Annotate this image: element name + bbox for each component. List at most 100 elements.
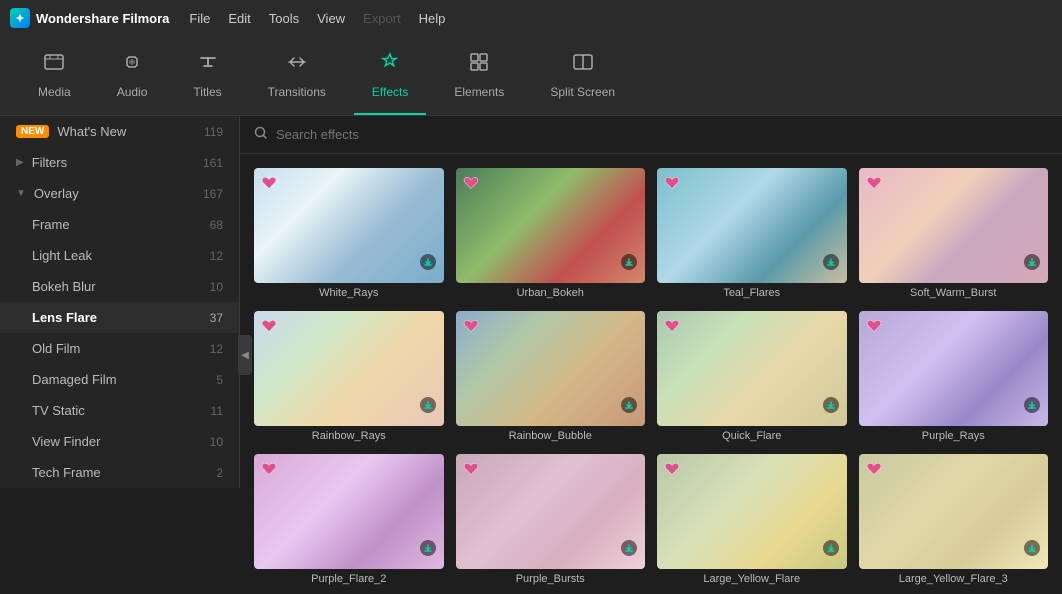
- effect-thumb-purple-rays: [859, 311, 1049, 426]
- audio-icon: [121, 51, 143, 79]
- sidebar-count-damaged-film: 5: [216, 373, 223, 387]
- sidebar-collapse-button[interactable]: ◀: [238, 335, 252, 375]
- sidebar-item-view-finder[interactable]: View Finder 10: [0, 426, 239, 457]
- download-icon-rainbow-rays[interactable]: [420, 397, 436, 418]
- sidebar-item-tech-frame[interactable]: Tech Frame 2: [0, 457, 239, 488]
- overlay-expand-icon: ▼: [16, 188, 26, 199]
- effect-card-large-yellow-flare-3[interactable]: Large_Yellow_Flare_3: [859, 454, 1049, 585]
- menu-export: Export: [363, 11, 401, 26]
- effect-thumb-large-yellow-flare-3: [859, 454, 1049, 569]
- tab-transitions-label: Transitions: [268, 85, 326, 99]
- effect-thumb-purple-flare-2: [254, 454, 444, 569]
- favorite-icon-purple-flare-2: [260, 460, 278, 478]
- favorite-icon-rainbow-bubble: [462, 317, 480, 335]
- sidebar-item-whats-new[interactable]: NEW What's New 119: [0, 116, 239, 147]
- effect-name-large-yellow-flare: Large_Yellow_Flare: [657, 573, 847, 585]
- download-icon-large-yellow-flare[interactable]: [823, 540, 839, 561]
- effect-thumb-rainbow-rays: [254, 311, 444, 426]
- sidebar-count-overlay: 167: [203, 187, 223, 201]
- effect-name-quick-flare: Quick_Flare: [657, 430, 847, 442]
- effect-card-rainbow-bubble[interactable]: Rainbow_Bubble: [456, 311, 646, 442]
- effect-card-white-rays[interactable]: White_Rays: [254, 168, 444, 299]
- tab-split-screen[interactable]: Split Screen: [532, 36, 633, 115]
- effect-card-purple-flare-2[interactable]: Purple_Flare_2: [254, 454, 444, 585]
- menu-tools[interactable]: Tools: [269, 11, 299, 26]
- menu-file[interactable]: File: [189, 11, 210, 26]
- sidebar-item-damaged-film[interactable]: Damaged Film 5: [0, 364, 239, 395]
- sidebar-count-filters: 161: [203, 156, 223, 170]
- sidebar-item-bokeh-blur[interactable]: Bokeh Blur 10: [0, 271, 239, 302]
- tab-titles-label: Titles: [193, 85, 221, 99]
- sidebar-label-light-leak: Light Leak: [32, 248, 92, 263]
- favorite-icon-rainbow-rays: [260, 317, 278, 335]
- effect-card-quick-flare[interactable]: Quick_Flare: [657, 311, 847, 442]
- effect-card-urban-bokeh[interactable]: Urban_Bokeh: [456, 168, 646, 299]
- sidebar-item-overlay[interactable]: ▼ Overlay 167: [0, 178, 239, 209]
- effect-card-rainbow-rays[interactable]: Rainbow_Rays: [254, 311, 444, 442]
- sidebar-label-bokeh-blur: Bokeh Blur: [32, 279, 96, 294]
- tab-media[interactable]: Media: [20, 36, 89, 115]
- tab-elements-label: Elements: [454, 85, 504, 99]
- sidebar-item-frame[interactable]: Frame 68: [0, 209, 239, 240]
- download-icon-white-rays[interactable]: [420, 254, 436, 275]
- download-icon-purple-bursts[interactable]: [621, 540, 637, 561]
- favorite-icon-urban-bokeh: [462, 174, 480, 192]
- tab-split-screen-label: Split Screen: [550, 85, 615, 99]
- download-icon-large-yellow-flare-3[interactable]: [1024, 540, 1040, 561]
- download-icon-teal-flares[interactable]: [823, 254, 839, 275]
- sidebar-count-bokeh-blur: 10: [210, 280, 223, 294]
- download-icon-urban-bokeh[interactable]: [621, 254, 637, 275]
- sidebar-label-overlay: Overlay: [34, 186, 79, 201]
- effect-thumb-white-rays: [254, 168, 444, 283]
- effects-grid: White_Rays Urban_Bokeh Teal_Flares: [240, 154, 1062, 594]
- tab-media-label: Media: [38, 85, 71, 99]
- effect-card-soft-warm-burst[interactable]: Soft_Warm_Burst: [859, 168, 1049, 299]
- download-icon-purple-flare-2[interactable]: [420, 540, 436, 561]
- sidebar: NEW What's New 119 ▶ Filters 161 ▼ Overl…: [0, 116, 240, 488]
- download-icon-rainbow-bubble[interactable]: [621, 397, 637, 418]
- effect-name-large-yellow-flare-3: Large_Yellow_Flare_3: [859, 573, 1049, 585]
- split-screen-icon: [572, 51, 594, 79]
- effect-card-purple-rays[interactable]: Purple_Rays: [859, 311, 1049, 442]
- menu-view[interactable]: View: [317, 11, 345, 26]
- tab-elements[interactable]: Elements: [436, 36, 522, 115]
- effect-card-purple-bursts[interactable]: Purple_Bursts: [456, 454, 646, 585]
- sidebar-item-light-leak[interactable]: Light Leak 12: [0, 240, 239, 271]
- menu-help[interactable]: Help: [419, 11, 446, 26]
- sidebar-label-tv-static: TV Static: [32, 403, 85, 418]
- tab-effects[interactable]: Effects: [354, 36, 426, 115]
- tab-titles[interactable]: Titles: [175, 36, 239, 115]
- sidebar-label-tech-frame: Tech Frame: [32, 465, 101, 480]
- media-icon: [43, 51, 65, 79]
- download-icon-soft-warm-burst[interactable]: [1024, 254, 1040, 275]
- sidebar-label-view-finder: View Finder: [32, 434, 100, 449]
- search-input[interactable]: [276, 127, 1048, 142]
- sidebar-item-tv-static[interactable]: TV Static 11: [0, 395, 239, 426]
- sidebar-count-whats-new: 119: [204, 125, 223, 139]
- sidebar-item-filters[interactable]: ▶ Filters 161: [0, 147, 239, 178]
- effect-thumb-purple-bursts: [456, 454, 646, 569]
- menu-bar: ✦ Wondershare Filmora File Edit Tools Vi…: [0, 0, 1062, 36]
- sidebar-item-old-film[interactable]: Old Film 12: [0, 333, 239, 364]
- menu-edit[interactable]: Edit: [228, 11, 250, 26]
- app-logo: ✦ Wondershare Filmora: [10, 8, 169, 28]
- effect-name-purple-rays: Purple_Rays: [859, 430, 1049, 442]
- effect-card-teal-flares[interactable]: Teal_Flares: [657, 168, 847, 299]
- right-panel: White_Rays Urban_Bokeh Teal_Flares: [240, 116, 1062, 594]
- filters-expand-icon: ▶: [16, 157, 24, 168]
- app-name: Wondershare Filmora: [36, 11, 169, 26]
- tab-audio[interactable]: Audio: [99, 36, 166, 115]
- favorite-icon-purple-rays: [865, 317, 883, 335]
- effect-thumb-urban-bokeh: [456, 168, 646, 283]
- sidebar-count-lens-flare: 37: [210, 311, 223, 325]
- effect-card-large-yellow-flare[interactable]: Large_Yellow_Flare: [657, 454, 847, 585]
- download-icon-purple-rays[interactable]: [1024, 397, 1040, 418]
- effect-thumb-large-yellow-flare: [657, 454, 847, 569]
- tab-audio-label: Audio: [117, 85, 148, 99]
- sidebar-count-frame: 68: [210, 218, 223, 232]
- effect-name-rainbow-rays: Rainbow_Rays: [254, 430, 444, 442]
- tab-transitions[interactable]: Transitions: [250, 36, 344, 115]
- favorite-icon-soft-warm-burst: [865, 174, 883, 192]
- sidebar-item-lens-flare[interactable]: Lens Flare 37: [0, 302, 239, 333]
- download-icon-quick-flare[interactable]: [823, 397, 839, 418]
